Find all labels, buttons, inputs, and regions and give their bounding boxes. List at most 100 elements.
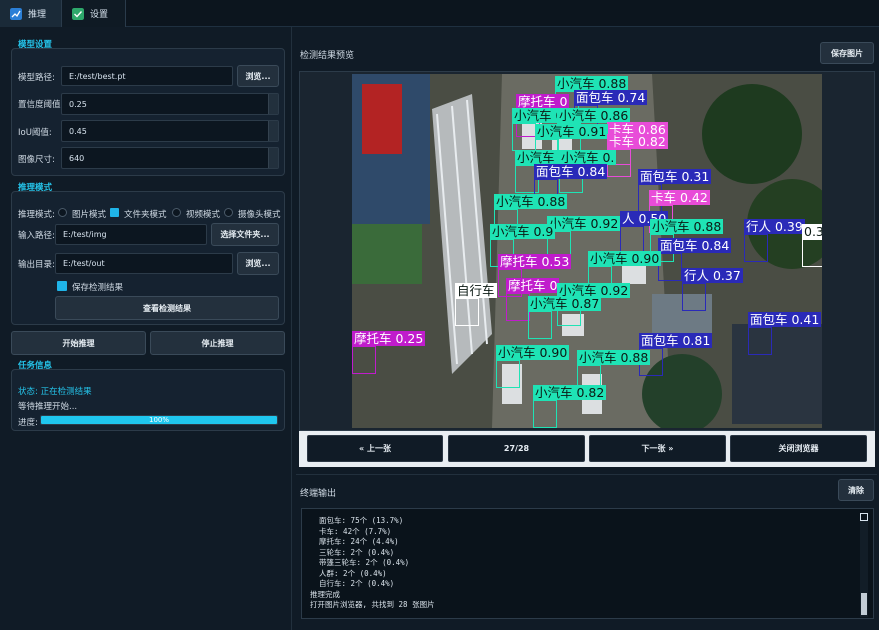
terminal-scrollbar[interactable] (860, 513, 868, 617)
save-image-button[interactable]: 保存图片 (820, 42, 874, 64)
detection-label: 行人 0.39 (744, 219, 805, 234)
detection-label: 摩托车 0 (516, 94, 570, 109)
progress-label: 进度: (18, 418, 38, 428)
terminal-line: 摩托车: 24个 (4.4%) (310, 537, 399, 546)
radio-folder-mode[interactable] (110, 208, 119, 217)
detection-box (528, 311, 552, 339)
next-image-button[interactable]: 下一张 » (589, 435, 726, 462)
check-icon (72, 7, 84, 20)
output-dir-label: 输出目录: (18, 260, 55, 270)
radio-video-mode[interactable] (172, 208, 181, 217)
prev-image-button[interactable]: « 上一张 (307, 435, 443, 462)
detection-label: 摩托车 0.25 (352, 331, 426, 346)
detection-label: 小汽车 0. (559, 150, 617, 165)
camera-mode-label: 摄像头模式 (238, 210, 281, 220)
chart-icon (10, 7, 22, 20)
video-mode-label: 视频模式 (186, 210, 221, 220)
detection-box (533, 400, 557, 428)
detection-label: 面包车 0.84 (658, 238, 732, 253)
tab-inference-label: 推理 (28, 10, 47, 20)
detection-box (748, 327, 772, 355)
detection-label: 面包车 0.41 (748, 312, 822, 327)
image-size-spin-buttons[interactable] (268, 148, 278, 168)
terminal-line: 卡车: 42个 (7.7%) (310, 526, 392, 536)
detection-label: 自行车 (455, 283, 497, 298)
input-path-label: 输入路径: (18, 231, 55, 241)
model-browse-button[interactable]: 浏览... (237, 65, 279, 87)
detection-label: 面包车 0.81 (639, 333, 713, 348)
image-size-value: 640 (69, 153, 85, 163)
detection-label: 小汽车 0.88 (494, 194, 568, 209)
radio-camera-mode[interactable] (224, 208, 233, 217)
divider (296, 474, 877, 475)
conf-spin-buttons[interactable] (268, 94, 278, 114)
terminal-line: 打开图片浏览器, 共找到 28 张图片 (310, 600, 435, 609)
detection-label: 面包车 0.31 (638, 169, 712, 184)
scrollbar-thumb[interactable] (861, 593, 867, 615)
iou-threshold-spinbox[interactable]: 0.45 (61, 120, 279, 142)
radio-image-mode[interactable] (58, 208, 67, 217)
detection-label: 小汽车 0.90 (496, 345, 570, 360)
terminal-line: 带篷三轮车: 2个 (0.4%) (310, 558, 410, 567)
iou-spin-buttons[interactable] (268, 121, 278, 141)
output-browse-button[interactable]: 浏览... (237, 252, 279, 275)
detection-label: 卡车 0.82 (607, 134, 668, 149)
terminal-line: 三轮车: 2个 (0.4%) (310, 547, 395, 557)
image-size-spinbox[interactable]: 640 (61, 147, 279, 169)
detection-label: 摩托车 0 (506, 278, 560, 293)
mode-label: 推理模式: (18, 210, 55, 220)
tab-inference[interactable]: 推理 (0, 0, 62, 27)
tab-settings[interactable]: 设置 (62, 0, 126, 27)
terminal-title: 终端输出 (300, 489, 337, 499)
conf-threshold-spinbox[interactable]: 0.25 (61, 93, 279, 115)
view-results-button[interactable]: 查看检测结果 (55, 296, 279, 320)
iou-threshold-label: IoU阈值: (18, 128, 52, 138)
input-path-input[interactable]: E:/test/img (55, 224, 207, 245)
stop-inference-button[interactable]: 停止推理 (150, 331, 285, 355)
save-results-label: 保存检测结果 (72, 283, 124, 293)
model-path-label: 模型路径: (18, 73, 55, 83)
detection-box (455, 298, 479, 326)
start-inference-button[interactable]: 开始推理 (11, 331, 146, 355)
terminal-line: 面包车: 75个 (13.7%) (310, 516, 404, 525)
terminal-line: 推理完成 (310, 589, 340, 599)
detection-label: 小汽车 0.88 (555, 76, 629, 91)
terminal-output: 面包车: 75个 (13.7%) 卡车: 42个 (7.7%) 摩托车: 24个… (301, 508, 874, 619)
detection-label: 小汽车 0.82 (533, 385, 607, 400)
image-counter: 27/28 (448, 435, 585, 462)
output-dir-input[interactable]: E:/test/out (55, 253, 233, 274)
terminal-line: 自行车: 2个 (0.4%) (310, 579, 395, 588)
detection-label: 小汽车 0.88 (577, 350, 651, 365)
detection-label: 小汽车 0.91 (535, 124, 609, 139)
detection-box (496, 360, 520, 388)
model-path-input[interactable]: E:/test/best.pt (61, 66, 233, 86)
conf-threshold-label: 置信度阈值: (18, 100, 64, 110)
iou-threshold-value: 0.45 (69, 126, 87, 136)
terminal-line: 人群: 2个 (0.4%) (310, 568, 387, 578)
detection-box (506, 293, 530, 321)
folder-mode-label: 文件夹模式 (124, 210, 167, 220)
terminal-lines: 面包车: 75个 (13.7%) 卡车: 42个 (7.7%) 摩托车: 24个… (310, 516, 435, 611)
detection-box (802, 239, 822, 267)
detection-box (744, 234, 768, 262)
status-text: 状态: 正在检测结果 (18, 387, 92, 397)
image-size-label: 图像尺寸: (18, 155, 55, 165)
save-results-checkbox[interactable] (57, 281, 67, 291)
select-folder-button[interactable]: 选择文件夹... (211, 223, 279, 246)
detection-label: 面包车 0.84 (534, 164, 608, 179)
image-mode-label: 图片模式 (72, 210, 107, 220)
detection-box (658, 253, 682, 281)
message-text: 等待推理开始... (18, 402, 78, 412)
tab-bar: 推理 设置 (0, 0, 879, 27)
detection-label: 小汽车 0.92 (547, 216, 621, 231)
preview-title: 检测结果预览 (300, 51, 355, 61)
tab-settings-label: 设置 (90, 10, 109, 20)
scroll-up-icon[interactable] (860, 513, 868, 521)
detection-image: 小汽车 0.88 面包车 0.74 摩托车 0 小汽车 0.89 小汽车 0.86 卡车 … (352, 74, 822, 428)
detection-label: 0.31 (802, 224, 822, 239)
detection-label: 面包车 0.74 (574, 90, 648, 105)
clear-terminal-button[interactable]: 清除 (838, 479, 874, 501)
detection-box (620, 226, 644, 254)
detection-label: 小汽车 0.87 (528, 296, 602, 311)
close-browser-button[interactable]: 关闭浏览器 (730, 435, 867, 462)
